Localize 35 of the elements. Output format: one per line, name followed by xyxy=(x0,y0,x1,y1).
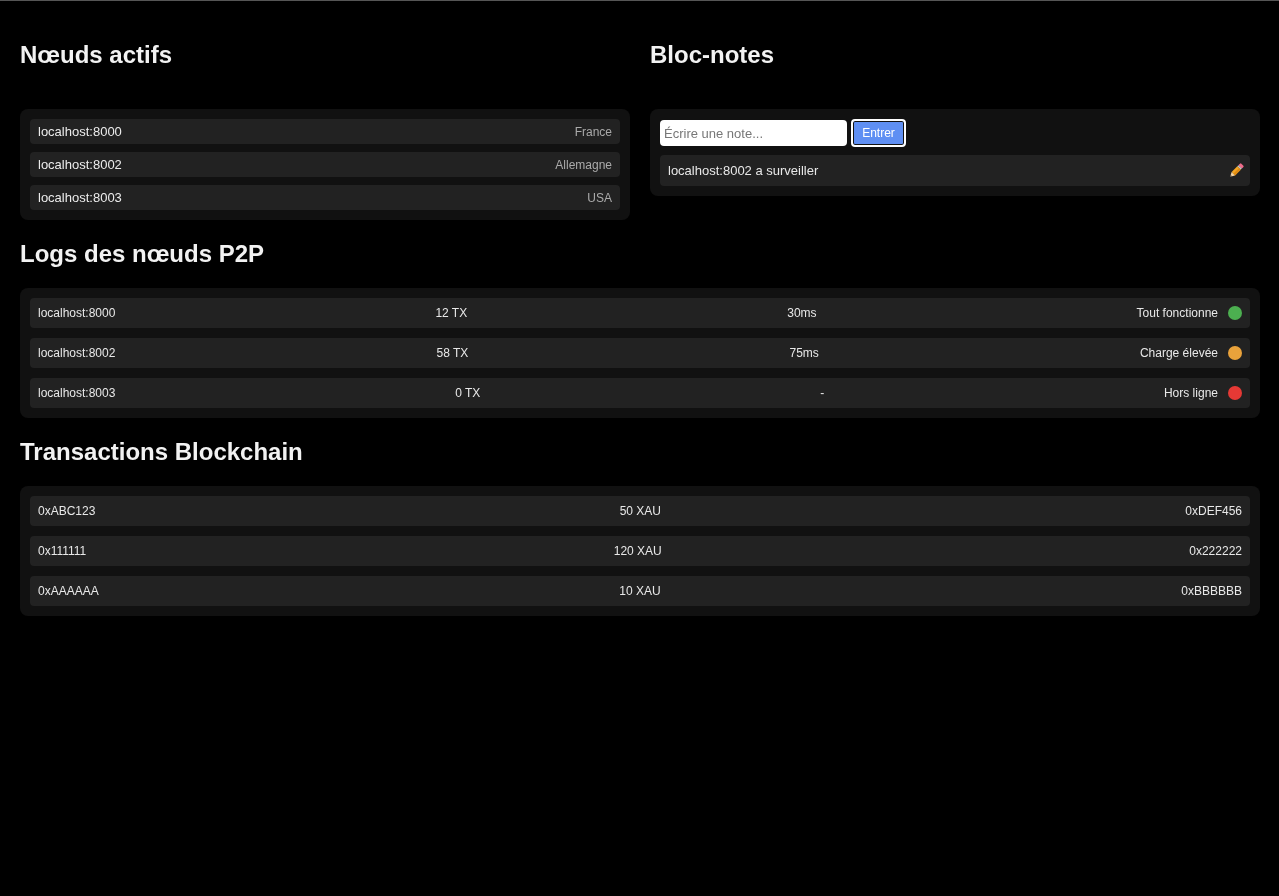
node-address: localhost:8000 xyxy=(38,124,122,139)
amount-value: 120 XAU xyxy=(613,544,662,558)
section-title: Bloc-notes xyxy=(650,41,774,69)
amount-value: 10 XAU xyxy=(619,584,661,598)
sender-address: 0xABC123 xyxy=(38,504,96,518)
node-address: localhost:8002 xyxy=(38,346,116,360)
tx-count: 0 TX xyxy=(455,386,481,400)
node-address: localhost:8000 xyxy=(38,306,116,320)
receiver-address: 0xBBBBBB xyxy=(1181,584,1242,598)
latency-value: 30ms xyxy=(787,306,817,320)
latency-value: - xyxy=(820,386,825,400)
pencil-icon xyxy=(1228,162,1244,179)
node-address: localhost:8003 xyxy=(38,190,122,205)
receiver-address: 0x222222 xyxy=(1189,544,1242,558)
node-address: localhost:8003 xyxy=(38,386,116,400)
section-title: Nœuds actifs xyxy=(20,41,172,69)
node-address: localhost:8002 xyxy=(38,157,122,172)
receiver-address: 0xDEF456 xyxy=(1185,504,1242,518)
tx-count: 58 TX xyxy=(436,346,469,360)
node-location: Allemagne xyxy=(555,157,612,172)
section-title: Transactions Blockchain xyxy=(20,438,303,466)
sender-address: 0xAAAAAA xyxy=(38,584,99,598)
note-input[interactable]: Écrire une note... xyxy=(660,120,847,146)
status-text: Charge élevée xyxy=(1139,346,1218,360)
amount-value: 50 XAU xyxy=(619,504,661,518)
status-text: Tout fonctionne xyxy=(1136,306,1218,320)
submit-button[interactable]: Entrer xyxy=(851,119,906,147)
section-title: Logs des nœuds P2P xyxy=(20,240,265,268)
note-text: localhost:8002 a surveiller xyxy=(668,163,819,178)
status-text: Hors ligne xyxy=(1163,386,1218,400)
tx-count: 12 TX xyxy=(435,306,468,320)
node-location: France xyxy=(574,124,612,139)
latency-value: 75ms xyxy=(789,346,819,360)
node-location: USA xyxy=(587,190,612,205)
sender-address: 0x111111 xyxy=(38,544,87,558)
